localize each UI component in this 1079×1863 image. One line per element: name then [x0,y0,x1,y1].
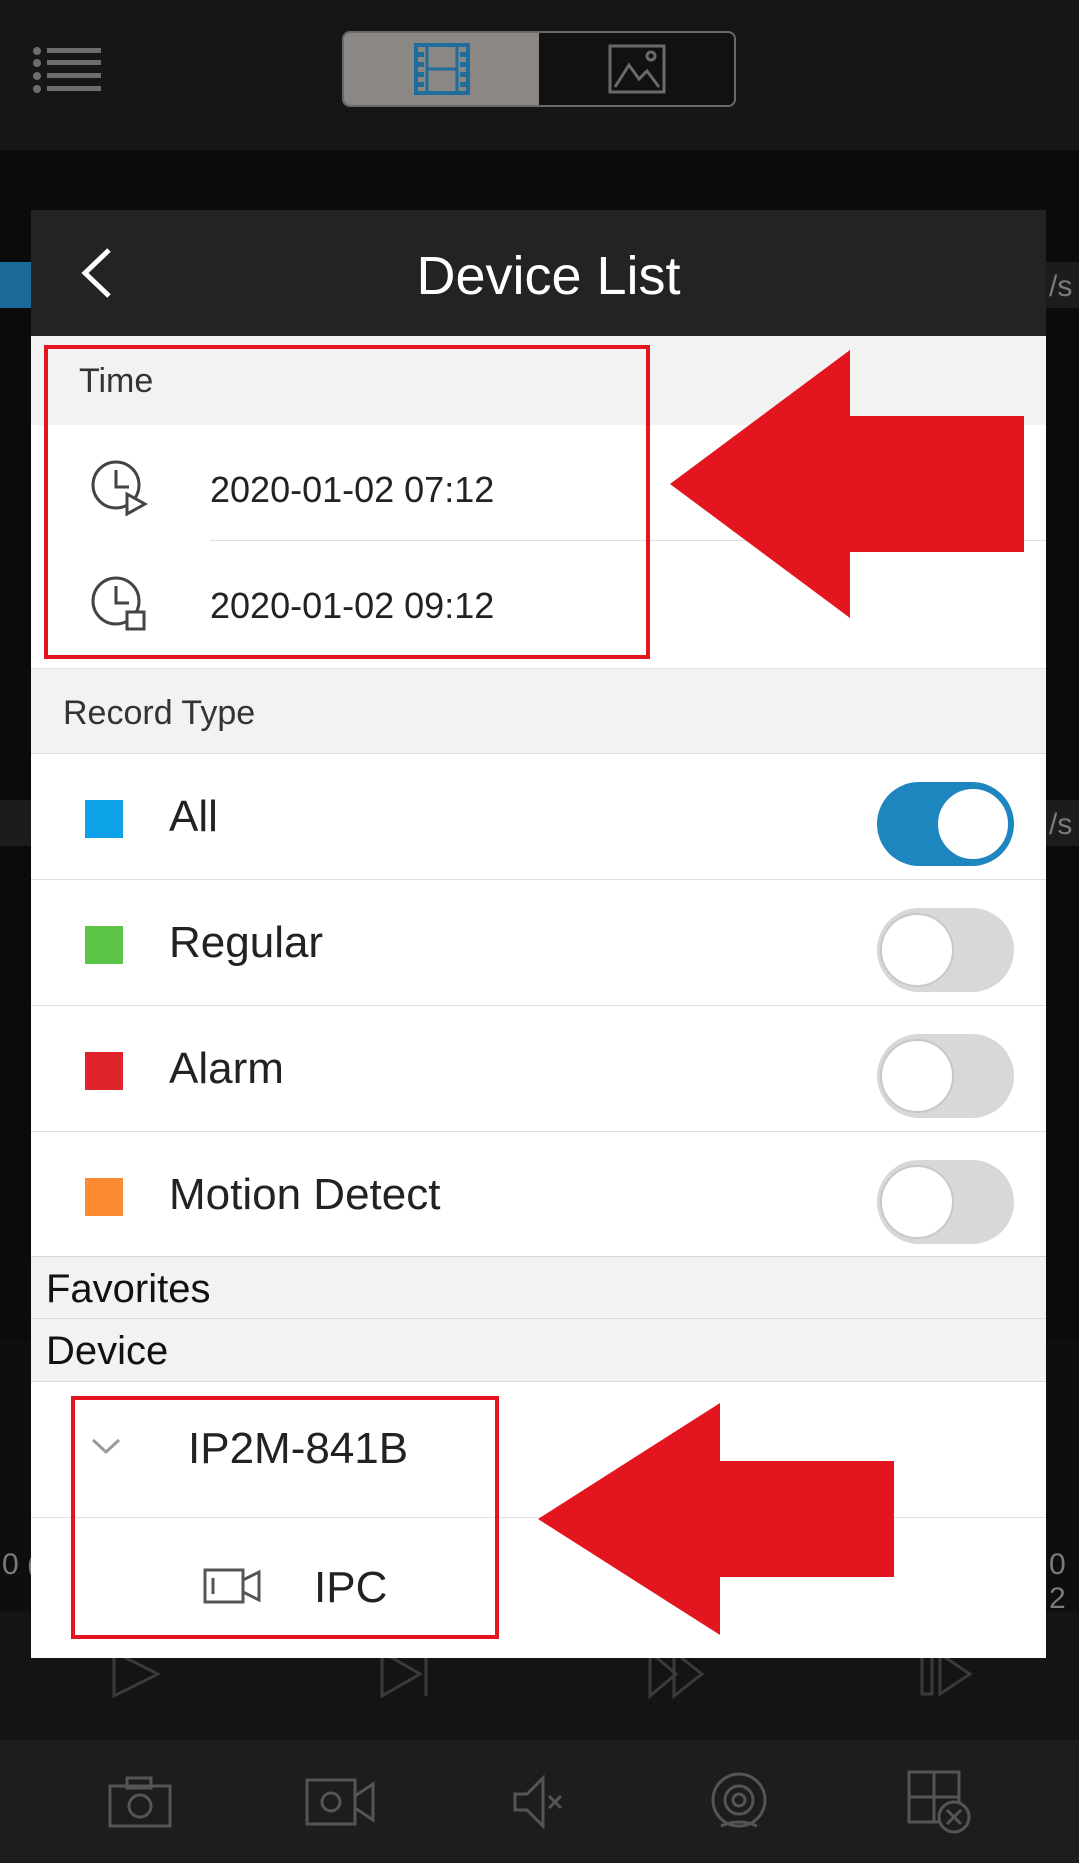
device-section-header: Device [31,1319,1046,1382]
arrow-left-icon [670,350,1024,618]
record-video-icon [305,1778,375,1825]
bottom-toolbar [0,1740,1079,1863]
toggle-knob [936,787,1010,861]
fisheye-button[interactable] [699,1767,779,1837]
highlight-device-box [71,1396,499,1639]
channel-strip-mid [0,800,31,846]
color-swatch [85,800,123,838]
toggle-regular[interactable] [877,908,1014,992]
favorites-label: Favorites [46,1267,211,1311]
view-mode-switch [342,31,736,107]
record-video-button[interactable] [300,1767,380,1837]
highlight-time-box [44,345,650,659]
toggle-knob [880,913,954,987]
device-label: Device [46,1329,169,1373]
record-type-row-all[interactable]: All [31,754,1046,880]
bitrate-fragment: /s [1049,270,1073,303]
toggle-knob [880,1039,954,1113]
panel-header: Device List [31,210,1046,336]
image-mode-tab[interactable] [539,33,734,105]
camera-snapshot-icon [108,1776,172,1827]
close-window-icon [907,1770,971,1833]
mute-icon [513,1773,563,1830]
video-mode-tab[interactable] [344,33,539,105]
toggle-alarm[interactable] [877,1034,1014,1118]
image-icon [608,44,665,94]
toggle-motion-detect[interactable] [877,1160,1014,1244]
favorites-section-header[interactable]: Favorites [31,1256,1046,1319]
bitrate-fragment: /s [1049,808,1073,841]
color-swatch [85,926,123,964]
toggle-all[interactable] [877,782,1014,866]
record-type-row-motion-detect[interactable]: Motion Detect [31,1132,1046,1258]
color-swatch [85,1178,123,1216]
toggle-knob [880,1165,954,1239]
mute-button[interactable] [499,1767,579,1837]
record-type-label: Record Type [63,694,256,732]
record-type-label-all: All [169,792,218,841]
camera-snapshot-button[interactable] [100,1767,180,1837]
app-topbar [0,0,1079,150]
video-film-icon [413,43,470,95]
page-title: Device List [416,246,681,306]
record-type-row-regular[interactable]: Regular [31,880,1046,1006]
close-window-button[interactable] [899,1767,979,1837]
list-menu-icon[interactable] [33,46,103,94]
fisheye-icon [711,1772,767,1827]
channel-strip-top [0,262,31,308]
arrow-left-icon [538,1403,894,1635]
timeline-label-right: 0 2 [1049,1548,1066,1615]
record-type-section-header: Record Type [31,668,1046,754]
record-type-label-regular: Regular [169,918,324,967]
record-type-label-alarm: Alarm [169,1044,284,1093]
color-swatch [85,1052,123,1090]
record-type-row-alarm[interactable]: Alarm [31,1006,1046,1132]
record-type-label-motion-detect: Motion Detect [169,1170,441,1219]
